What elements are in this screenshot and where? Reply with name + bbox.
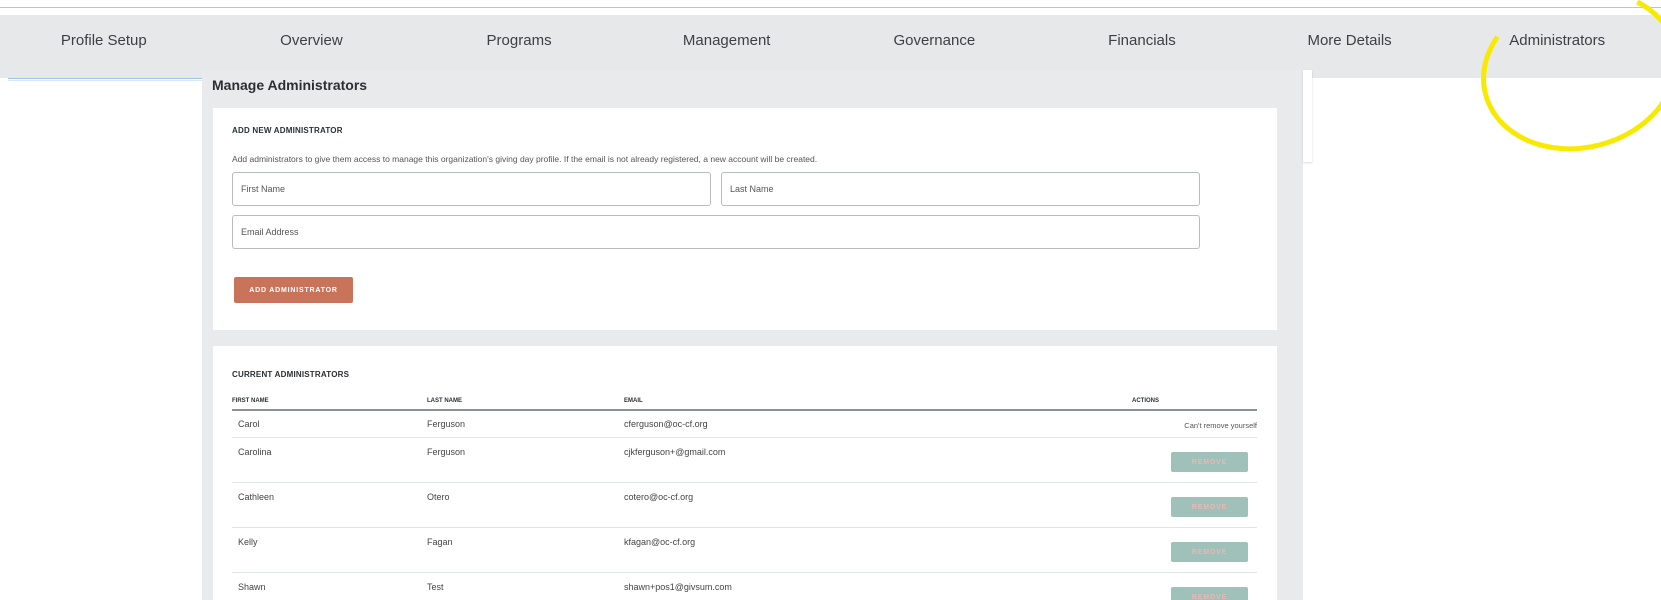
add-administrator-button[interactable]: ADD ADMINISTRATOR [234, 277, 353, 303]
row-first-name: Shawn [238, 582, 266, 592]
table-row: Cathleen Otero cotero@oc-cf.org REMOVE [232, 483, 1257, 528]
row-first-name: Cathleen [238, 492, 275, 502]
page-title: Manage Administrators [212, 77, 368, 93]
first-name-input[interactable] [232, 172, 711, 206]
add-section-description: Add administrators to give them access t… [232, 154, 818, 164]
row-first-name: Carolina [238, 447, 272, 457]
row-first-name: Kelly [238, 537, 258, 547]
tab-administrators[interactable]: Administrators [1453, 15, 1661, 78]
table-row: Shawn Test shawn+pos1@givsum.com REMOVE [232, 573, 1257, 600]
add-administrator-card: ADD NEW ADMINISTRATOR Add administrators… [213, 108, 1277, 330]
last-name-input[interactable] [721, 172, 1200, 206]
row-email: kfagan@oc-cf.org [624, 537, 696, 547]
table-header: FIRST NAME LAST NAME EMAIL ACTIONS [232, 396, 1257, 411]
side-card [1303, 70, 1312, 162]
active-tab-underline [8, 78, 204, 81]
tab-bar: Profile Setup Overview Programs Manageme… [0, 15, 1661, 78]
remove-button[interactable]: REMOVE [1171, 587, 1248, 600]
page: Profile Setup Overview Programs Manageme… [0, 0, 1661, 600]
row-email: cferguson@oc-cf.org [624, 419, 708, 429]
column-email: EMAIL [624, 398, 643, 404]
tab-management[interactable]: Management [623, 15, 831, 78]
row-last-name: Fagan [427, 537, 453, 547]
current-section-heading: CURRENT ADMINISTRATORS [232, 370, 350, 379]
tab-governance[interactable]: Governance [831, 15, 1039, 78]
row-email: cotero@oc-cf.org [624, 492, 694, 502]
tab-overview[interactable]: Overview [208, 15, 416, 78]
row-email: shawn+pos1@givsum.com [624, 582, 732, 592]
tab-financials[interactable]: Financials [1038, 15, 1246, 78]
row-email: cjkferguson+@gmail.com [624, 447, 726, 457]
column-actions: ACTIONS [1132, 398, 1159, 404]
row-last-name: Test [427, 582, 444, 592]
row-action-text: Can't remove yourself [1184, 421, 1257, 430]
top-divider [0, 7, 1661, 8]
table-row: Carol Ferguson cferguson@oc-cf.org Can't… [232, 412, 1257, 438]
email-input[interactable] [232, 215, 1200, 249]
tab-profile-setup[interactable]: Profile Setup [0, 15, 208, 78]
table-row: Carolina Ferguson cjkferguson+@gmail.com… [232, 438, 1257, 483]
row-last-name: Otero [427, 492, 450, 502]
row-last-name: Ferguson [427, 447, 466, 457]
table-row: Kelly Fagan kfagan@oc-cf.org REMOVE [232, 528, 1257, 573]
row-first-name: Carol [238, 419, 260, 429]
column-last-name: LAST NAME [427, 398, 462, 404]
remove-button[interactable]: REMOVE [1171, 542, 1248, 562]
remove-button[interactable]: REMOVE [1171, 452, 1248, 472]
add-section-heading: ADD NEW ADMINISTRATOR [232, 126, 343, 135]
remove-button[interactable]: REMOVE [1171, 497, 1248, 517]
tab-programs[interactable]: Programs [415, 15, 623, 78]
column-first-name: FIRST NAME [232, 398, 269, 404]
row-last-name: Ferguson [427, 419, 466, 429]
current-administrators-card: CURRENT ADMINISTRATORS FIRST NAME LAST N… [213, 346, 1277, 600]
tab-more-details[interactable]: More Details [1246, 15, 1454, 78]
